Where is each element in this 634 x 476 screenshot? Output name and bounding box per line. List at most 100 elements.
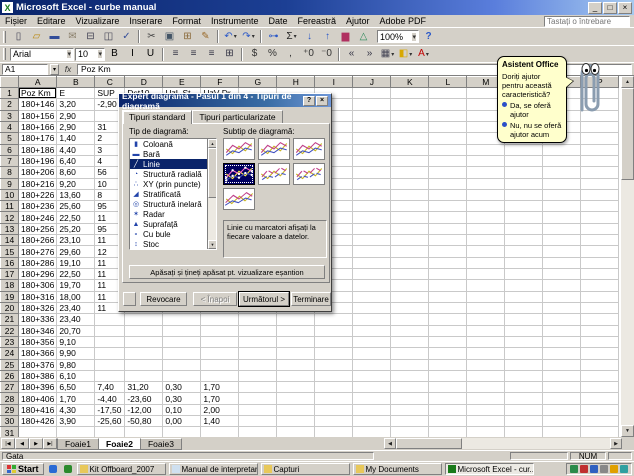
cell-O8[interactable] (543, 167, 581, 178)
taskbar-button-excel[interactable]: Microsoft Excel - cur... (445, 463, 534, 475)
column-header-E[interactable]: E (163, 77, 201, 88)
vertical-scroll-thumb[interactable] (621, 88, 634, 180)
cell-I21[interactable] (315, 314, 353, 325)
cell-N9[interactable] (505, 178, 543, 189)
chart-type-item[interactable]: ╱ Linie (130, 159, 216, 169)
cell-K4[interactable] (391, 121, 429, 132)
cell-O21[interactable] (543, 314, 581, 325)
cell-C31[interactable] (95, 427, 125, 437)
cell-N22[interactable] (505, 325, 543, 336)
cell-B10[interactable]: 13,60 (57, 189, 95, 200)
cell-P10[interactable] (581, 189, 619, 200)
chart-type-item[interactable]: ◎ Structură inelară (130, 199, 216, 209)
cell-K21[interactable] (391, 314, 429, 325)
cell-M22[interactable] (467, 325, 505, 336)
cell-G25[interactable] (239, 359, 277, 370)
cell-I23[interactable] (315, 336, 353, 347)
cell-A22[interactable]: 180+346 (19, 325, 57, 336)
cell-J4[interactable] (353, 121, 391, 132)
cell-D27[interactable]: 31,20 (125, 382, 163, 393)
sheet-tab[interactable]: Foaie1 (57, 438, 99, 450)
cell-A13[interactable]: 180+256 (19, 223, 57, 234)
cell-G29[interactable] (239, 404, 277, 415)
cell-K13[interactable] (391, 223, 429, 234)
cell-N14[interactable] (505, 235, 543, 246)
cell-N16[interactable] (505, 257, 543, 268)
cell-G22[interactable] (239, 325, 277, 336)
cell-J7[interactable] (353, 155, 391, 166)
menu-item[interactable]: Inserare (124, 15, 167, 27)
row-header-22[interactable]: 22 (1, 325, 19, 336)
cell-J18[interactable] (353, 280, 391, 291)
cell-L4[interactable] (429, 121, 467, 132)
cell-L10[interactable] (429, 189, 467, 200)
sort-descending-button[interactable]: ↑ (319, 29, 336, 44)
font-name-select[interactable]: Arial ▾ (10, 48, 74, 61)
cell-P5[interactable] (581, 133, 619, 144)
title-bar[interactable]: X Microsoft Excel - curbe manual _□× (0, 0, 634, 15)
cell-B8[interactable]: 8,60 (57, 167, 95, 178)
cell-L25[interactable] (429, 359, 467, 370)
cell-A5[interactable]: 180+176 (19, 133, 57, 144)
cell-H31[interactable] (277, 427, 315, 437)
row-header-30[interactable]: 30 (1, 416, 19, 427)
percent-button[interactable]: % (264, 47, 281, 62)
cell-I30[interactable] (315, 416, 353, 427)
office-assistant-clippy[interactable] (567, 60, 611, 118)
italic-button[interactable]: I (124, 47, 141, 62)
cell-P9[interactable] (581, 178, 619, 189)
chart-subtype-line-markers[interactable] (223, 163, 255, 185)
cell-K1[interactable] (391, 88, 429, 99)
cell-P13[interactable] (581, 223, 619, 234)
cell-I31[interactable] (315, 427, 353, 437)
cell-J6[interactable] (353, 144, 391, 155)
cell-M24[interactable] (467, 348, 505, 359)
cell-F30[interactable]: 1,40 (201, 416, 239, 427)
cell-A4[interactable]: 180+166 (19, 121, 57, 132)
column-header-A[interactable]: A (19, 77, 57, 88)
cell-J25[interactable] (353, 359, 391, 370)
row-header-23[interactable]: 23 (1, 336, 19, 347)
cell-L11[interactable] (429, 201, 467, 212)
cell-D21[interactable] (125, 314, 163, 325)
cell-B1[interactable]: E (57, 88, 95, 99)
cell-A20[interactable]: 180+326 (19, 302, 57, 313)
dialog-close-button[interactable]: × (316, 96, 328, 106)
cell-O16[interactable] (543, 257, 581, 268)
cell-E28[interactable]: 0,30 (163, 393, 201, 404)
cell-L5[interactable] (429, 133, 467, 144)
cell-A15[interactable]: 180+276 (19, 246, 57, 257)
toolbar-grip[interactable] (3, 48, 6, 60)
menu-item[interactable]: Fișier (0, 15, 32, 27)
row-header-1[interactable]: 1 (1, 88, 19, 99)
cell-I25[interactable] (315, 359, 353, 370)
cell-C25[interactable] (95, 359, 125, 370)
cell-P4[interactable] (581, 121, 619, 132)
tray-icon[interactable] (610, 465, 618, 473)
cancel-button[interactable]: Revocare (140, 292, 187, 306)
chart-subtype-100-stacked-line[interactable] (293, 138, 325, 160)
cell-A14[interactable]: 180+266 (19, 235, 57, 246)
cell-I22[interactable] (315, 325, 353, 336)
cell-O24[interactable] (543, 348, 581, 359)
cell-P16[interactable] (581, 257, 619, 268)
scroll-down-arrow[interactable]: ▼ (621, 425, 634, 437)
cell-E26[interactable] (163, 370, 201, 381)
cell-L9[interactable] (429, 178, 467, 189)
cell-A28[interactable]: 180+406 (19, 393, 57, 404)
cell-K25[interactable] (391, 359, 429, 370)
cell-N26[interactable] (505, 370, 543, 381)
cell-H24[interactable] (277, 348, 315, 359)
cell-P27[interactable] (581, 382, 619, 393)
chart-type-item[interactable]: ∘ Cu bule (130, 229, 216, 239)
cell-J31[interactable] (353, 427, 391, 437)
cell-N24[interactable] (505, 348, 543, 359)
cell-K11[interactable] (391, 201, 429, 212)
cell-H25[interactable] (277, 359, 315, 370)
cell-N21[interactable] (505, 314, 543, 325)
chart-subtype-stacked-line[interactable] (258, 138, 290, 160)
cell-D23[interactable] (125, 336, 163, 347)
cell-N11[interactable] (505, 201, 543, 212)
row-header-11[interactable]: 11 (1, 201, 19, 212)
cell-B25[interactable]: 9,80 (57, 359, 95, 370)
